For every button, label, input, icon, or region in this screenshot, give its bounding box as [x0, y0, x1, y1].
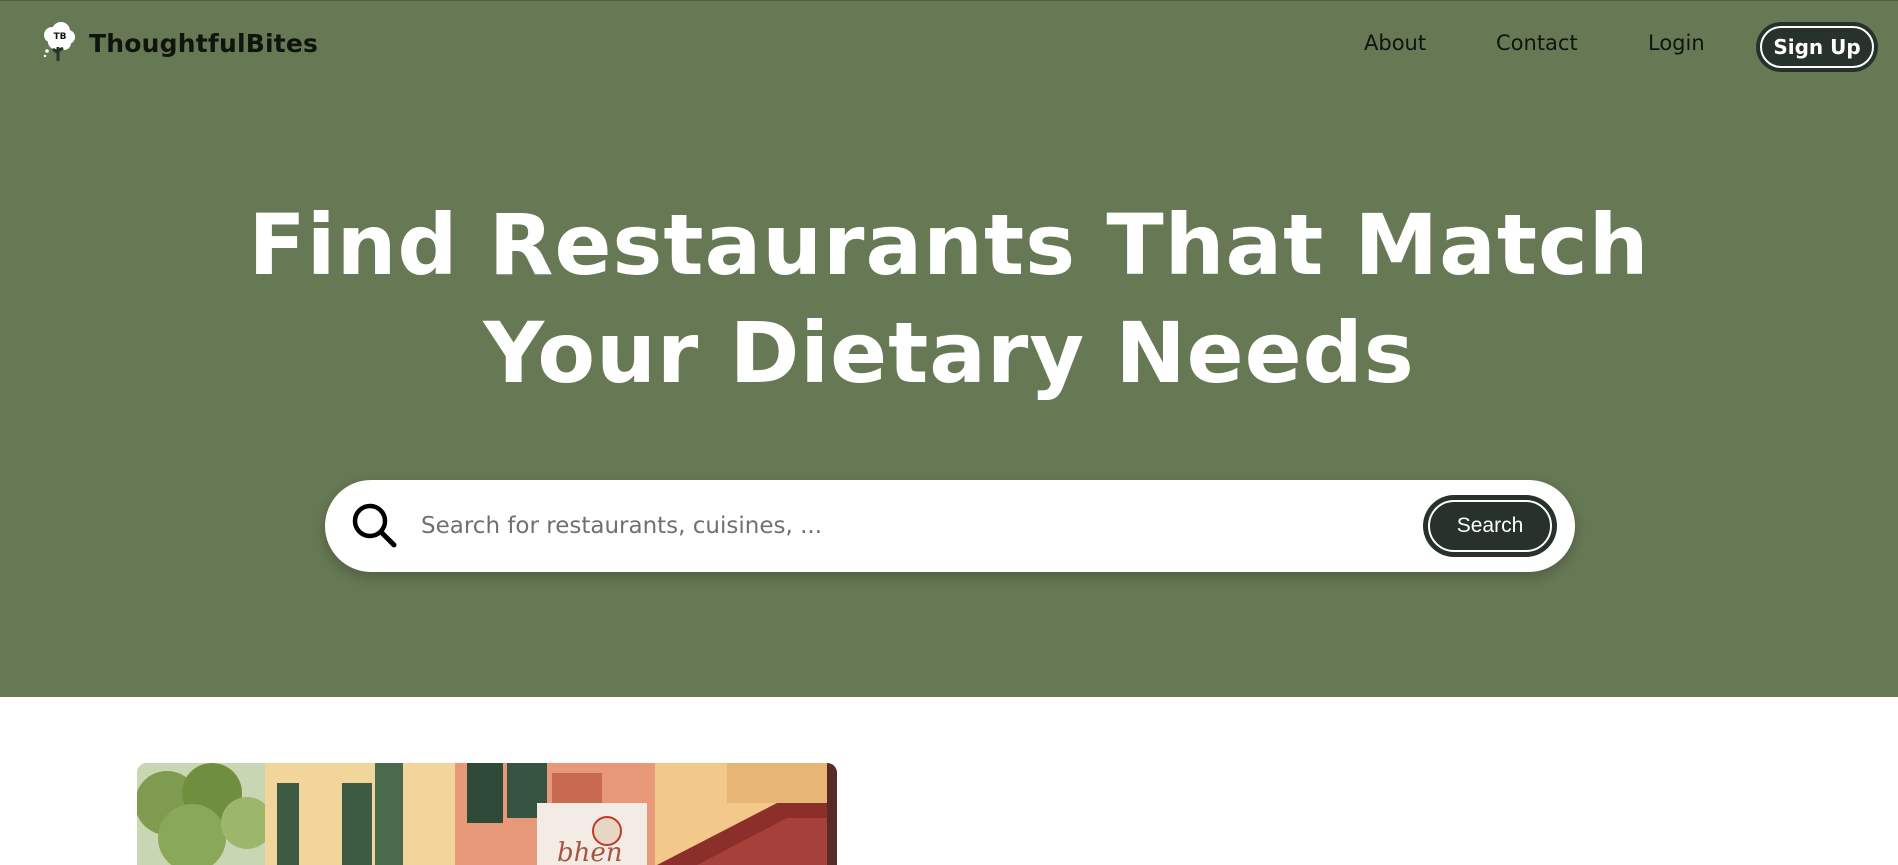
search-bar: Search — [325, 480, 1575, 572]
search-button[interactable]: Search — [1423, 495, 1557, 557]
hero-headline-line-1: Find Restaurants That Match — [248, 196, 1650, 294]
nav-link-contact[interactable]: Contact — [1496, 31, 1578, 55]
hero-headline-line-2: Your Dietary Needs — [483, 304, 1415, 402]
nav-link-about[interactable]: About — [1364, 31, 1426, 55]
brand-logo[interactable]: TB ThoughtfulBites — [41, 21, 318, 65]
restaurant-storefront-image: bhen — [137, 763, 837, 865]
tree-icon: TB — [41, 21, 77, 65]
search-button-label: Search — [1428, 500, 1552, 552]
hero-section: TB ThoughtfulBites About Contact Login S… — [0, 0, 1898, 697]
top-navigation: TB ThoughtfulBites About Contact Login S… — [0, 1, 1898, 89]
hero-headline: Find Restaurants That Match Your Dietary… — [0, 191, 1898, 407]
logo-initials: TB — [54, 32, 67, 42]
nav-link-login[interactable]: Login — [1648, 31, 1705, 55]
sign-up-label: Sign Up — [1760, 26, 1874, 68]
sign-up-button[interactable]: Sign Up — [1756, 22, 1878, 72]
search-icon[interactable] — [349, 500, 401, 552]
search-input[interactable] — [421, 504, 1321, 548]
brand-name: ThoughtfulBites — [89, 28, 319, 58]
